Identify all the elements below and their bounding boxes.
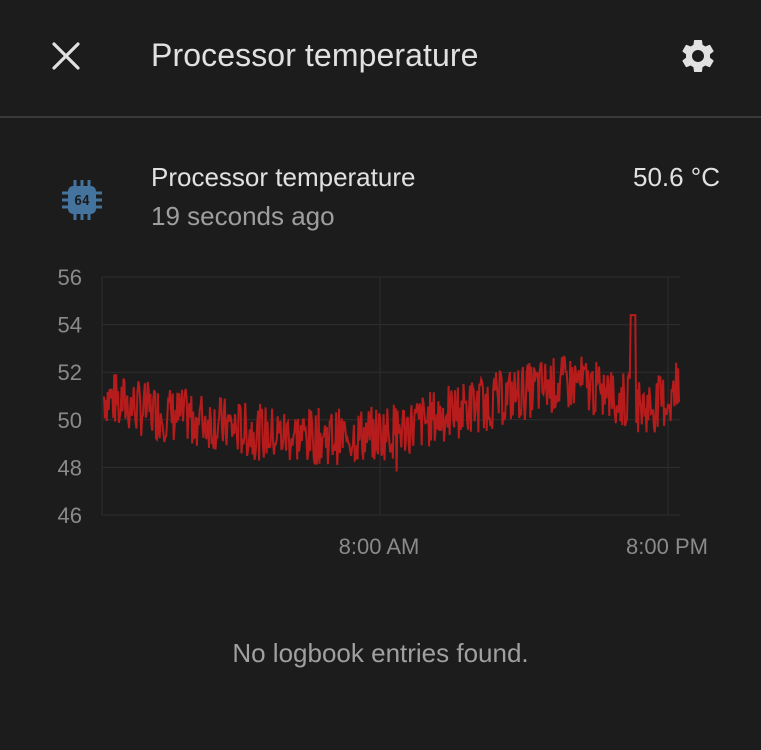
entity-state: 50.6 °C (632, 162, 720, 192)
y-tick-label: 52 (58, 360, 82, 385)
logbook-empty-message: No logbook entries found. (232, 638, 529, 668)
y-tick-label: 56 (58, 265, 82, 290)
y-tick-label: 48 (58, 455, 82, 480)
y-tick-label: 46 (58, 503, 82, 528)
entity-name: Processor temperature (151, 162, 416, 192)
x-axis-ticks: 8:00 AM 8:00 PM (339, 534, 708, 559)
y-tick-label: 54 (58, 313, 82, 338)
y-axis-ticks: 56 54 52 50 48 46 (58, 265, 82, 528)
x-tick-label: 8:00 PM (626, 534, 708, 559)
close-button[interactable] (36, 26, 96, 86)
svg-text:64: 64 (74, 194, 90, 209)
settings-button[interactable] (668, 26, 728, 86)
y-tick-label: 50 (58, 408, 82, 433)
close-icon (52, 42, 80, 70)
dialog-title: Processor temperature (151, 37, 479, 73)
chip-icon: 64 (62, 180, 102, 220)
series-line (103, 314, 680, 472)
entity-last-changed: 19 seconds ago (151, 201, 335, 231)
x-tick-label: 8:00 AM (339, 534, 420, 559)
dialog-header: Processor temperature (0, 0, 761, 118)
history-chart[interactable]: 56 54 52 50 48 46 8:00 AM 8:00 PM (0, 255, 761, 575)
entity-row[interactable]: 64 Processor temperature 19 seconds ago … (0, 150, 761, 240)
gear-icon (682, 39, 714, 72)
temperature-series (103, 314, 680, 472)
